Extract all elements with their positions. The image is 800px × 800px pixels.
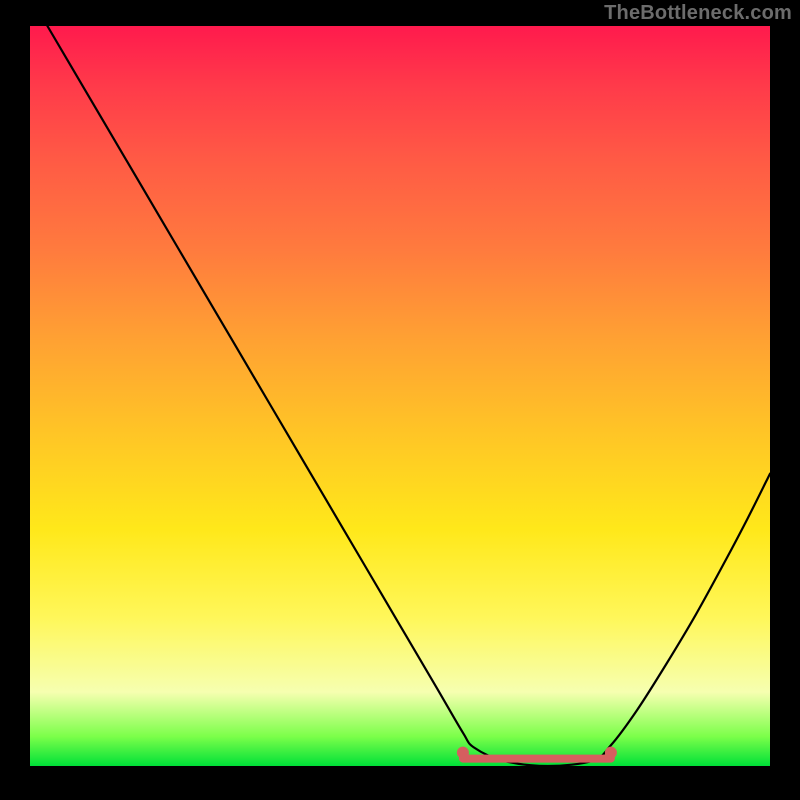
optimal-range-end-knob	[605, 747, 617, 759]
optimal-range-start-knob	[457, 747, 469, 759]
chart-frame: TheBottleneck.com	[0, 0, 800, 800]
curve-svg	[30, 26, 770, 766]
plot-area	[30, 26, 770, 766]
bottleneck-curve	[30, 0, 770, 766]
watermark-text: TheBottleneck.com	[604, 2, 792, 25]
